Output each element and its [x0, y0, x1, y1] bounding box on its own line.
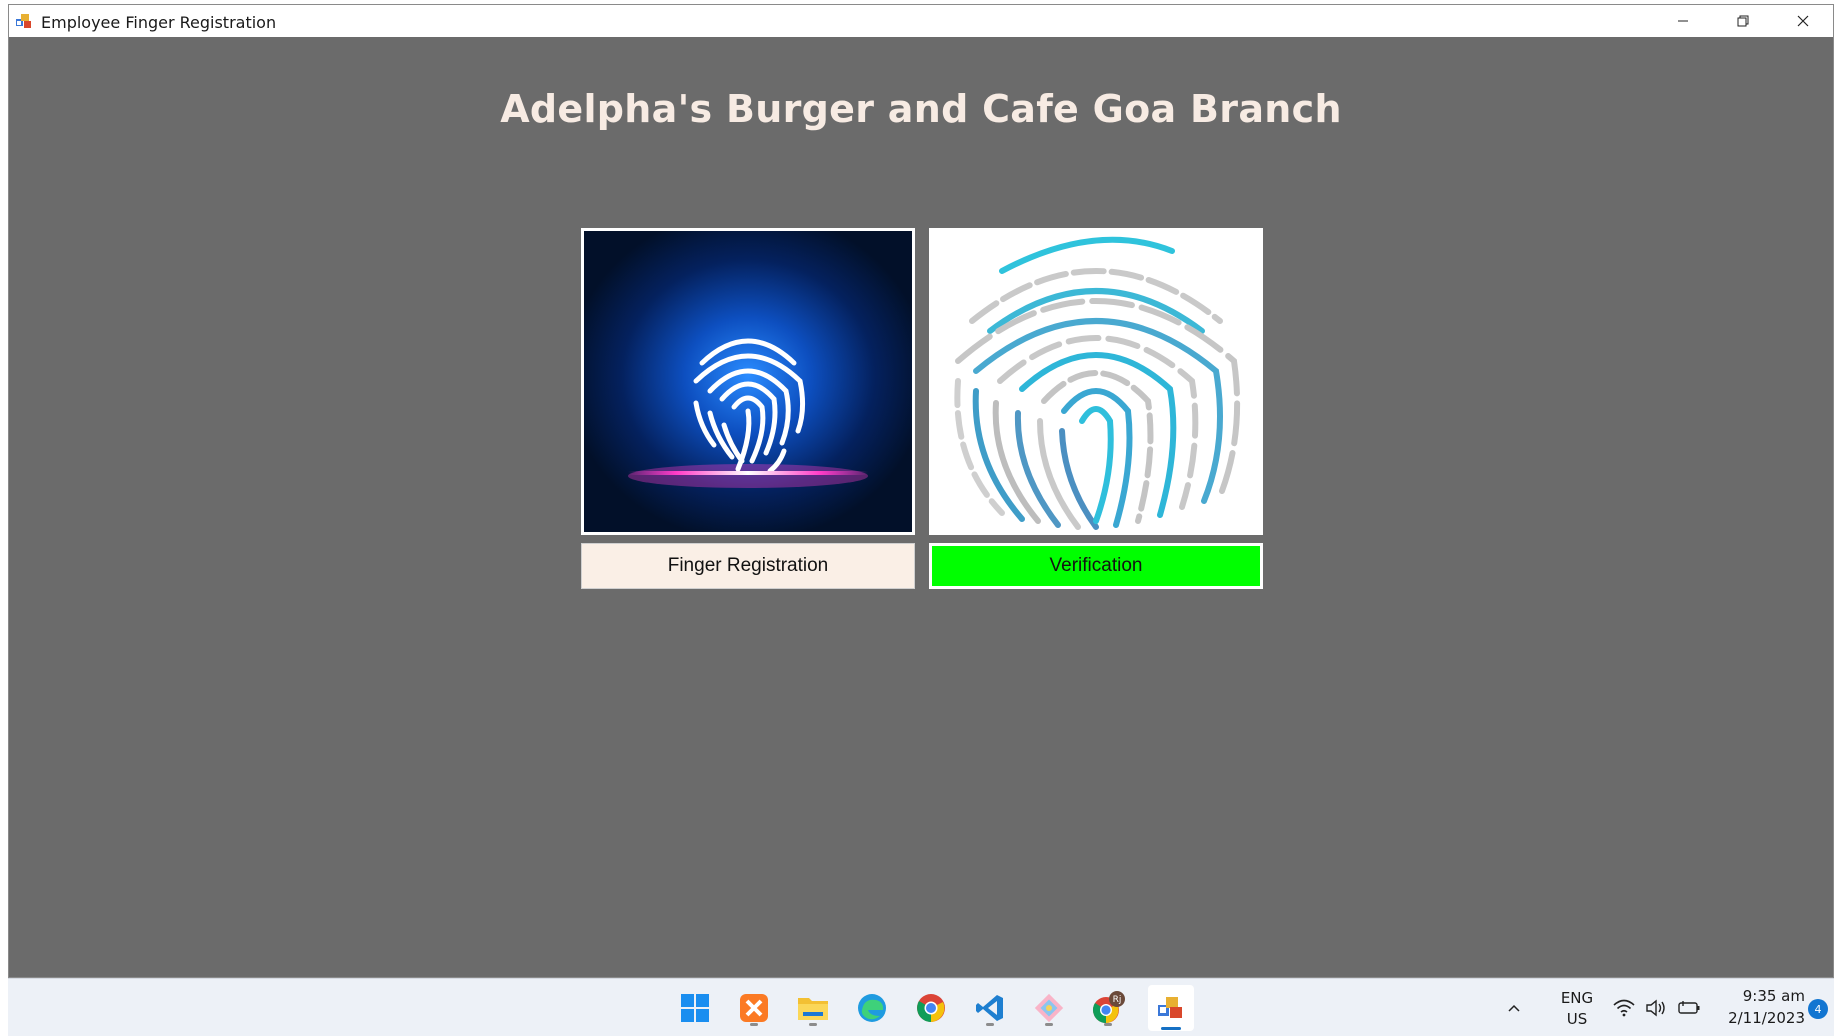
file-explorer-icon — [798, 998, 828, 1020]
clock-date: 2/11/2023 — [1728, 1009, 1805, 1027]
start-icon — [681, 994, 709, 1022]
close-icon — [1797, 15, 1809, 27]
page-title: Adelpha's Burger and Cafe Goa Branch — [500, 87, 1342, 131]
clock[interactable]: 9:35 am 2/11/2023 — [1713, 987, 1805, 1029]
taskbar-winforms-app[interactable] — [1148, 985, 1194, 1031]
app-icon[interactable] — [15, 12, 33, 30]
language-indicator[interactable]: ENG US — [1554, 989, 1600, 1029]
wifi-icon — [1613, 999, 1635, 1017]
taskbar-start[interactable] — [676, 989, 714, 1027]
taskbar-vscode[interactable] — [971, 989, 1009, 1027]
tray-overflow-button[interactable] — [1502, 989, 1526, 1027]
chrome-icon — [917, 994, 945, 1022]
verification-button[interactable]: Verification — [929, 543, 1263, 589]
taskbar: Rj ENG US 9:35 am 2/11/2023 4 — [8, 978, 1834, 1036]
close-button[interactable] — [1773, 5, 1833, 37]
volume-status[interactable] — [1644, 989, 1668, 1027]
taskbar-edge[interactable] — [853, 989, 891, 1027]
notification-badge[interactable]: 4 — [1808, 999, 1828, 1019]
restore-button[interactable] — [1713, 5, 1773, 37]
taskbar-chrome[interactable] — [912, 989, 950, 1027]
chevron-up-icon — [1508, 1004, 1520, 1012]
taskbar-git[interactable] — [1030, 989, 1068, 1027]
taskbar-file-explorer[interactable] — [794, 989, 832, 1027]
restore-icon — [1737, 15, 1749, 27]
battery-icon — [1678, 1001, 1700, 1014]
chrome-profile-icon: Rj — [1092, 991, 1125, 1024]
title-bar: Employee Finger Registration — [9, 5, 1833, 37]
taskbar-xampp[interactable] — [735, 989, 773, 1027]
finger-registration-image[interactable] — [581, 228, 915, 535]
app-window: Employee Finger Registration Adelpha's B… — [8, 4, 1834, 978]
window-title: Employee Finger Registration — [41, 13, 277, 32]
xampp-icon — [740, 994, 768, 1022]
fingerprint-scan-icon — [932, 231, 1260, 532]
minimize-button[interactable] — [1653, 5, 1713, 37]
wifi-status[interactable] — [1612, 989, 1636, 1027]
language-code: ENG — [1560, 989, 1594, 1007]
clock-time: 9:35 am — [1742, 987, 1805, 1005]
verification-image[interactable] — [929, 228, 1263, 535]
taskbar-chrome-profile[interactable]: Rj — [1089, 989, 1127, 1027]
keyboard-layout: US — [1566, 1010, 1588, 1028]
form-client-area: Adelpha's Burger and Cafe Goa Branch — [9, 37, 1833, 977]
neon-fingerprint-icon — [584, 231, 912, 532]
profile-initials: Rj — [1113, 995, 1122, 1005]
winforms-app-icon — [1158, 997, 1182, 1018]
finger-registration-button[interactable]: Finger Registration — [581, 543, 915, 589]
minimize-icon — [1678, 20, 1688, 22]
battery-status[interactable] — [1676, 989, 1702, 1027]
git-icon — [1034, 993, 1064, 1023]
volume-icon — [1646, 999, 1665, 1017]
vscode-icon — [976, 995, 1003, 1021]
edge-icon — [858, 994, 886, 1022]
